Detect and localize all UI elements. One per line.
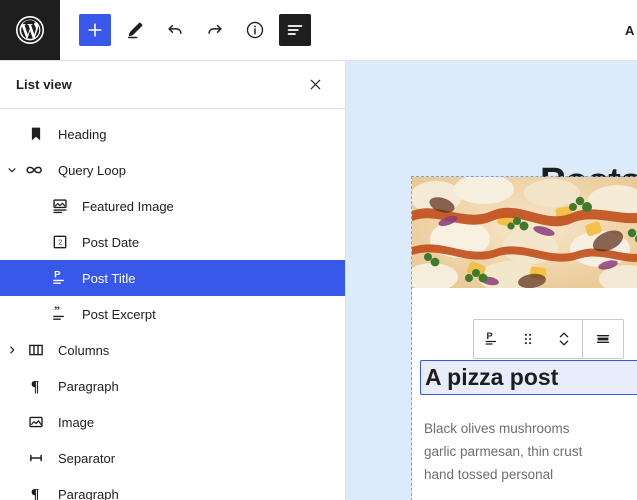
close-x-icon xyxy=(307,76,324,93)
paragraph-pilcrow-icon: ¶ xyxy=(24,374,48,398)
details-button[interactable] xyxy=(239,14,271,46)
list-view-item-post-excerpt[interactable]: ” Post Excerpt xyxy=(0,296,345,332)
list-view-item-columns[interactable]: Columns xyxy=(0,332,345,368)
list-view-item-separator[interactable]: Separator xyxy=(0,440,345,476)
post-excerpt-line-3: hand tossed personal xyxy=(424,463,637,486)
list-view-title: List view xyxy=(16,77,72,92)
block-toolbar-right-group xyxy=(583,320,623,358)
list-view-item-paragraph[interactable]: ¶ Paragraph xyxy=(0,476,345,500)
svg-text:¶: ¶ xyxy=(31,379,39,396)
list-view-item-label: Paragraph xyxy=(48,379,119,394)
svg-text:2: 2 xyxy=(58,239,62,246)
editor-top-bar: A xyxy=(0,0,637,61)
svg-text:¶: ¶ xyxy=(31,487,39,500)
svg-text:P: P xyxy=(54,270,61,281)
query-loop-icon xyxy=(24,158,48,182)
post-excerpt-icon: ” xyxy=(48,302,72,326)
top-bar-tools xyxy=(60,0,311,60)
chevron-down-icon[interactable] xyxy=(0,163,24,177)
post-title-icon: P xyxy=(48,266,72,290)
post-excerpt-line-2: garlic parmesan, thin crust xyxy=(424,440,637,463)
plus-icon xyxy=(85,20,105,40)
list-view-tree: Heading Query Loop Featured Image 2 Post Dat… xyxy=(0,109,345,500)
list-view-item-image[interactable]: Image xyxy=(0,404,345,440)
list-view-item-post-date[interactable]: 2 Post Date xyxy=(0,224,345,260)
post-excerpt-block[interactable]: Black olives mushrooms garlic parmesan, … xyxy=(424,417,637,487)
list-view-panel: List view Heading Query Loop Featured Imag… xyxy=(0,61,346,500)
post-excerpt-line-1: Black olives mushrooms xyxy=(424,417,637,440)
move-updown-button[interactable] xyxy=(546,320,582,358)
list-view-item-paragraph[interactable]: ¶ Paragraph xyxy=(0,368,345,404)
list-view-item-label: Separator xyxy=(48,451,115,466)
pencil-icon xyxy=(124,19,146,41)
align-text-button[interactable] xyxy=(583,320,623,358)
heading-bookmark-icon xyxy=(24,122,48,146)
featured-image[interactable] xyxy=(412,177,637,288)
post-title-icon: P xyxy=(482,329,502,349)
list-view-item-query-loop[interactable]: Query Loop xyxy=(0,152,345,188)
post-title-block[interactable]: A pizza post xyxy=(420,360,637,395)
image-icon xyxy=(24,410,48,434)
list-view-button[interactable] xyxy=(279,14,311,46)
block-toolbar: P xyxy=(473,319,624,359)
drag-handle-button[interactable] xyxy=(510,320,546,358)
list-view-item-label: Image xyxy=(48,415,94,430)
svg-text:”: ” xyxy=(54,303,60,317)
chevron-right-icon[interactable] xyxy=(0,343,24,357)
paragraph-pilcrow-icon: ¶ xyxy=(24,482,48,500)
clipped-action-label[interactable]: A xyxy=(625,23,635,38)
add-block-button[interactable] xyxy=(79,14,111,46)
undo-arrow-icon xyxy=(164,19,186,41)
wordpress-logo-button[interactable] xyxy=(0,0,60,60)
post-date-icon: 2 xyxy=(48,230,72,254)
align-text-icon xyxy=(593,329,613,349)
list-view-item-label: Post Excerpt xyxy=(72,307,156,322)
drag-dots-icon xyxy=(518,329,538,349)
list-view-item-label: Heading xyxy=(48,127,106,142)
list-view-header: List view xyxy=(0,61,345,109)
list-view-item-heading[interactable]: Heading xyxy=(0,116,345,152)
list-view-item-label: Post Title xyxy=(72,271,135,286)
list-view-item-label: Paragraph xyxy=(48,487,119,500)
wordpress-logo-icon xyxy=(14,14,46,46)
list-view-item-label: Columns xyxy=(48,343,109,358)
chevron-updown-icon xyxy=(554,328,574,350)
close-list-view-button[interactable] xyxy=(301,71,329,99)
top-bar-right-actions: A xyxy=(625,0,637,60)
featured-image-icon xyxy=(48,194,72,218)
editor-window: A List view Heading Query Loop Featured Im… xyxy=(0,0,637,500)
separator-icon xyxy=(24,446,48,470)
list-view-item-featured-image[interactable]: Featured Image xyxy=(0,188,345,224)
svg-text:P: P xyxy=(487,331,493,341)
block-type-post-title-button[interactable]: P xyxy=(474,320,510,358)
undo-button[interactable] xyxy=(159,14,191,46)
list-view-item-label: Post Date xyxy=(72,235,139,250)
redo-button[interactable] xyxy=(199,14,231,46)
columns-icon xyxy=(24,338,48,362)
list-view-icon xyxy=(284,19,306,41)
list-view-item-label: Query Loop xyxy=(48,163,126,178)
block-toolbar-left-group: P xyxy=(474,320,582,358)
editor-canvas: Posts xyxy=(346,61,637,500)
list-view-item-post-title[interactable]: P Post Title xyxy=(0,260,345,296)
post-body: A pizza post Black olives mushrooms garl… xyxy=(412,288,637,486)
redo-arrow-icon xyxy=(204,19,226,41)
list-view-item-label: Featured Image xyxy=(72,199,174,214)
edit-mode-button[interactable] xyxy=(119,14,151,46)
info-circle-icon xyxy=(244,19,266,41)
